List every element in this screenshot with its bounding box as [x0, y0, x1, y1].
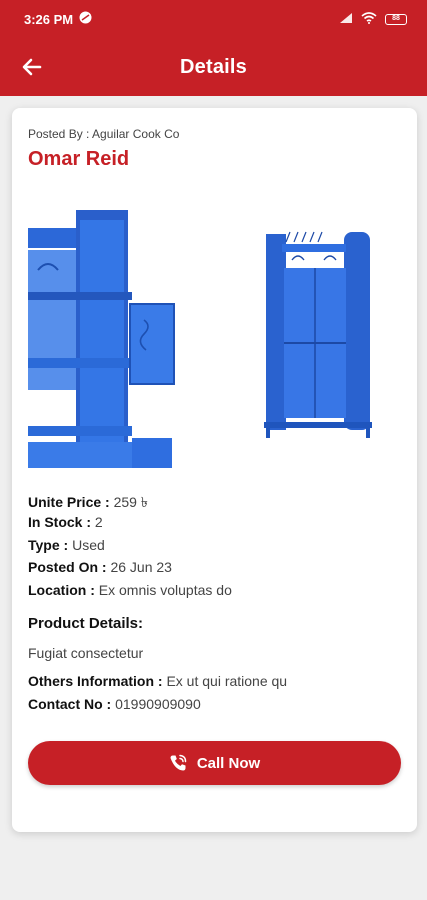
others-info-value: Ex ut qui ratione qu: [166, 673, 288, 689]
app-notification-icon: [79, 11, 92, 27]
location-row: Location : Ex omnis voluptas do: [28, 582, 232, 598]
product-image-secondary[interactable]: [260, 226, 380, 446]
others-info-row: Others Information : Ex ut qui ratione q…: [28, 673, 287, 689]
posted-by: Posted By : Aguilar Cook Co: [28, 127, 179, 141]
unit-price-value: 259 ৳: [113, 494, 148, 510]
battery-icon: 88: [385, 13, 407, 25]
call-now-label: Call Now: [196, 754, 261, 772]
arrow-left-icon: [22, 58, 42, 76]
back-button[interactable]: [18, 53, 46, 81]
unit-price-label: Unite Price :: [28, 494, 114, 510]
status-time: 3:26 PM: [24, 11, 74, 27]
type-label: Type :: [28, 537, 73, 553]
contact-row: Contact No : 01990909090: [28, 696, 201, 712]
call-now-button[interactable]: Call Now: [28, 741, 401, 785]
phone-call-icon: [170, 754, 187, 771]
posted-by-value: Aguilar Cook Co: [92, 127, 180, 141]
posted-on-value: 26 Jun 23: [110, 559, 172, 575]
posted-by-label: Posted By :: [28, 127, 93, 141]
contact-value[interactable]: 01990909090: [115, 696, 201, 712]
posted-on-row: Posted On : 26 Jun 23: [28, 559, 172, 575]
page-title: Details: [180, 55, 247, 78]
type-value: Used: [72, 537, 105, 553]
in-stock-row: In Stock : 2: [28, 514, 103, 530]
product-image-main[interactable]: [28, 210, 188, 468]
unit-price-row: Unite Price : 259 ৳: [28, 491, 148, 515]
top-bar: 3:26 PM 88 Details: [0, 0, 427, 96]
product-details-heading: Product Details:: [28, 615, 144, 632]
posted-on-label: Posted On :: [28, 559, 111, 575]
contact-label: Contact No :: [28, 696, 116, 712]
app-bar: Details: [0, 38, 427, 96]
wifi-icon: [361, 11, 377, 27]
in-stock-value: 2: [94, 514, 103, 530]
type-row: Type : Used: [28, 537, 105, 553]
product-card: Posted By : Aguilar Cook Co Omar Reid Un…: [12, 108, 417, 832]
location-value: Ex omnis voluptas do: [98, 582, 232, 598]
others-info-label: Others Information :: [28, 673, 167, 689]
in-stock-label: In Stock :: [28, 514, 95, 530]
location-label: Location :: [28, 582, 99, 598]
product-details-text: Fugiat consectetur: [28, 645, 144, 661]
signal-icon: [339, 12, 353, 27]
seller-name: Omar Reid: [28, 148, 130, 170]
status-bar: 3:26 PM 88: [0, 0, 427, 38]
